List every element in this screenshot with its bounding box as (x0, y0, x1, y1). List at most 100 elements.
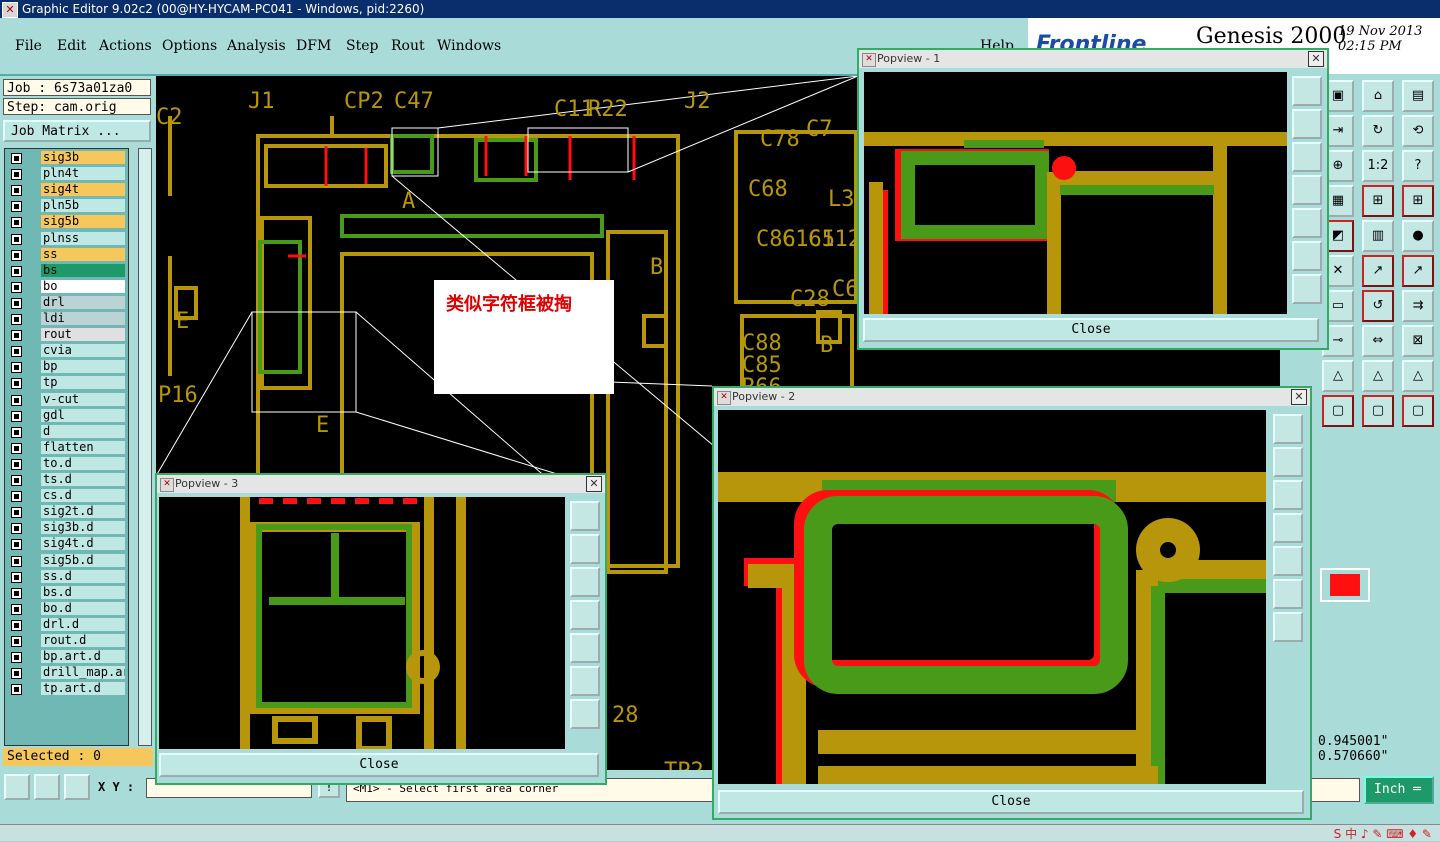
layer-row[interactable]: tp (5, 376, 128, 390)
tool-icon[interactable] (570, 534, 600, 564)
toolbar-tool-icon[interactable]: △ (1402, 360, 1434, 392)
layer-row[interactable]: ss.d (5, 569, 128, 584)
tool-icon[interactable] (1273, 546, 1303, 576)
layer-row[interactable]: ts.d (5, 473, 128, 487)
toolbar-tool-icon[interactable]: ↻ (1362, 115, 1394, 147)
layer-row[interactable]: sig4t.d (5, 537, 128, 551)
toolbar-tool-icon[interactable]: ↗ (1402, 255, 1434, 287)
layer-row[interactable]: bs.d (5, 585, 128, 600)
layer-row[interactable]: drill_map.ar (5, 666, 128, 680)
layer-checkbox[interactable] (11, 330, 22, 342)
layer-row[interactable]: rout (5, 328, 128, 342)
popview-2-close-icon[interactable]: ✕ (1291, 389, 1307, 405)
layer-row[interactable]: ldi (5, 312, 128, 326)
job-matrix-button[interactable]: Job Matrix ... (3, 120, 151, 142)
toolbar-tool-icon[interactable]: △ (1322, 360, 1354, 392)
layer-checkbox[interactable] (11, 442, 22, 454)
toolbar-tool-icon[interactable]: ↗ (1362, 255, 1394, 287)
layer-row[interactable]: gdl (5, 408, 128, 423)
layer-checkbox[interactable] (11, 603, 22, 615)
layer-list-scrollbar[interactable] (138, 148, 152, 746)
layer-row[interactable]: flatten (5, 440, 128, 455)
layer-checkbox[interactable] (11, 555, 22, 567)
layer-row[interactable]: rout.d (5, 634, 128, 648)
layer-checkbox[interactable] (11, 587, 22, 599)
menu-edit[interactable]: Edit (57, 38, 86, 54)
layer-row[interactable]: sig4t (5, 183, 128, 197)
layer-checkbox[interactable] (11, 201, 22, 213)
tool-icon[interactable] (570, 699, 600, 729)
tool-icon[interactable] (1292, 142, 1322, 172)
toolbar-tool-icon[interactable]: ⟲ (1402, 115, 1434, 147)
menu-actions[interactable]: Actions (99, 38, 152, 54)
toolbar-tool-icon[interactable]: ▢ (1322, 395, 1354, 427)
menu-dfm[interactable]: DFM (296, 38, 331, 54)
layer-checkbox[interactable] (11, 346, 22, 358)
layer-row[interactable]: bo.d (5, 601, 128, 616)
tool-icon[interactable] (1292, 76, 1322, 106)
popview-1-titlebar[interactable]: ✕ Popview - 1 ✕ (859, 50, 1327, 68)
layer-checkbox[interactable] (11, 378, 22, 390)
layer-checkbox[interactable] (11, 571, 22, 583)
toolbar-tool-icon[interactable]: ● (1402, 220, 1434, 252)
layer-row[interactable]: drl (5, 295, 128, 310)
layer-row[interactable]: bo (5, 279, 128, 294)
layer-checkbox[interactable] (11, 265, 22, 277)
layer-row[interactable]: pln5b (5, 199, 128, 213)
tool-icon[interactable] (1273, 414, 1303, 444)
snap-grid-icon[interactable] (64, 774, 90, 800)
tool-icon[interactable] (1292, 208, 1322, 238)
layer-checkbox[interactable] (11, 458, 22, 470)
popview-1-close-button[interactable]: Close (863, 318, 1319, 342)
layer-checkbox[interactable] (11, 523, 22, 535)
layer-checkbox[interactable] (11, 169, 22, 181)
tool-icon[interactable] (1273, 513, 1303, 543)
layer-checkbox[interactable] (11, 619, 22, 631)
tool-icon[interactable] (1292, 175, 1322, 205)
zoom-area-icon[interactable] (4, 774, 30, 800)
toolbar-tool-icon[interactable]: ⇔ (1362, 325, 1394, 357)
layer-row[interactable]: cs.d (5, 489, 128, 503)
layer-row[interactable]: sig3b (5, 151, 128, 165)
toolbar-tool-icon[interactable]: ▤ (1402, 80, 1434, 112)
layer-row[interactable]: cvia (5, 344, 128, 358)
layer-row[interactable]: v-cut (5, 392, 128, 407)
layer-checkbox[interactable] (11, 217, 22, 229)
layer-checkbox[interactable] (11, 362, 22, 374)
layer-checkbox[interactable] (11, 281, 22, 293)
layer-checkbox[interactable] (11, 249, 22, 261)
toolbar-tool-icon[interactable]: ⊠ (1402, 325, 1434, 357)
layer-row[interactable]: sig5b (5, 215, 128, 229)
toolbar-tool-icon[interactable]: ? (1402, 150, 1434, 182)
popview-3-close-button[interactable]: Close (159, 753, 599, 777)
layer-checkbox[interactable] (11, 491, 22, 503)
tool-icon[interactable] (1292, 274, 1322, 304)
layer-checkbox[interactable] (11, 410, 22, 422)
layer-checkbox[interactable] (11, 684, 22, 696)
tool-icon[interactable] (1273, 447, 1303, 477)
layer-row[interactable]: d (5, 424, 128, 439)
menu-rout[interactable]: Rout (391, 38, 425, 54)
layer-checkbox[interactable] (11, 668, 22, 680)
tool-icon[interactable] (1273, 480, 1303, 510)
layer-checkbox[interactable] (11, 636, 22, 647)
layer-checkbox[interactable] (11, 394, 22, 406)
tool-icon[interactable] (570, 633, 600, 663)
layer-checkbox[interactable] (11, 153, 22, 164)
layer-row[interactable]: plnss (5, 231, 128, 246)
layer-row[interactable]: to.d (5, 456, 128, 471)
layer-row[interactable]: ss (5, 247, 128, 262)
measure-icon[interactable] (34, 774, 60, 800)
toolbar-tool-icon[interactable]: ▢ (1362, 395, 1394, 427)
tool-icon[interactable] (1273, 612, 1303, 642)
menu-options[interactable]: Options (162, 38, 217, 54)
menu-step[interactable]: Step (346, 38, 378, 54)
toolbar-tool-icon[interactable]: ⊞ (1402, 185, 1434, 217)
toolbar-tool-icon[interactable]: ⌂ (1362, 80, 1394, 112)
window-title-bar[interactable]: ✕ Graphic Editor 9.02c2 (00@HY-HYCAM-PC04… (0, 0, 1440, 18)
popview-2-titlebar[interactable]: ✕ Popview - 2 ✕ (714, 388, 1310, 406)
popview-1-close-icon[interactable]: ✕ (1308, 51, 1324, 67)
layer-row[interactable]: bs (5, 263, 128, 278)
popview-2-close-button[interactable]: Close (718, 790, 1304, 814)
layer-row[interactable]: pln4t (5, 167, 128, 181)
